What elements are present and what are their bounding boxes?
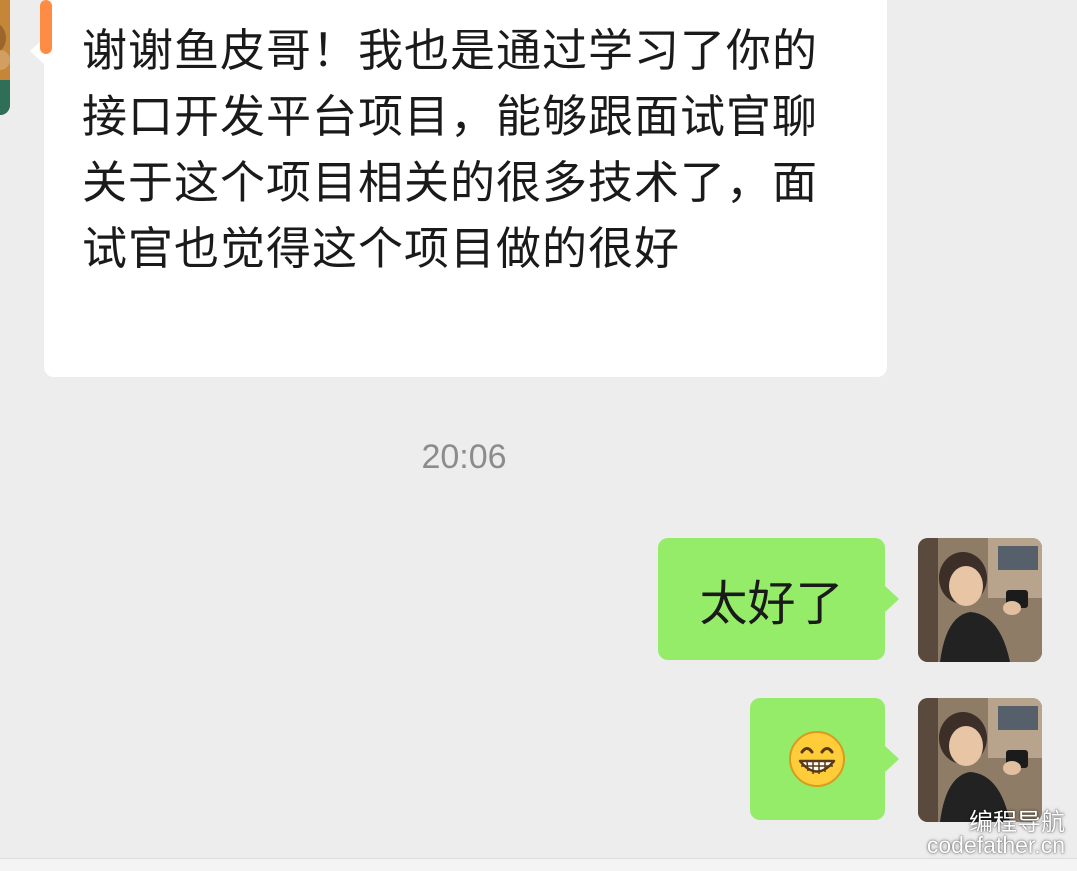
input-bar-edge [0, 858, 1077, 871]
grinning-face-icon [789, 731, 845, 787]
outgoing-message-text: 太好了 [699, 576, 844, 632]
self-avatar[interactable] [918, 538, 1042, 662]
outgoing-message-bubble[interactable]: 太好了 [658, 538, 885, 660]
message-timestamp: 20:06 [421, 438, 507, 476]
outgoing-bubble-tail [884, 585, 899, 613]
watermark-url: codefather.cn [926, 832, 1065, 858]
outgoing-bubble-tail [884, 745, 899, 773]
contact-avatar[interactable] [0, 0, 10, 115]
outgoing-emoji-bubble[interactable] [750, 698, 885, 820]
incoming-message-text: 谢谢鱼皮哥！我也是通过学习了你的接口开发平台项目，能够跟面试官聊关于这个项目相关… [82, 24, 819, 275]
unread-marker [40, 0, 52, 54]
